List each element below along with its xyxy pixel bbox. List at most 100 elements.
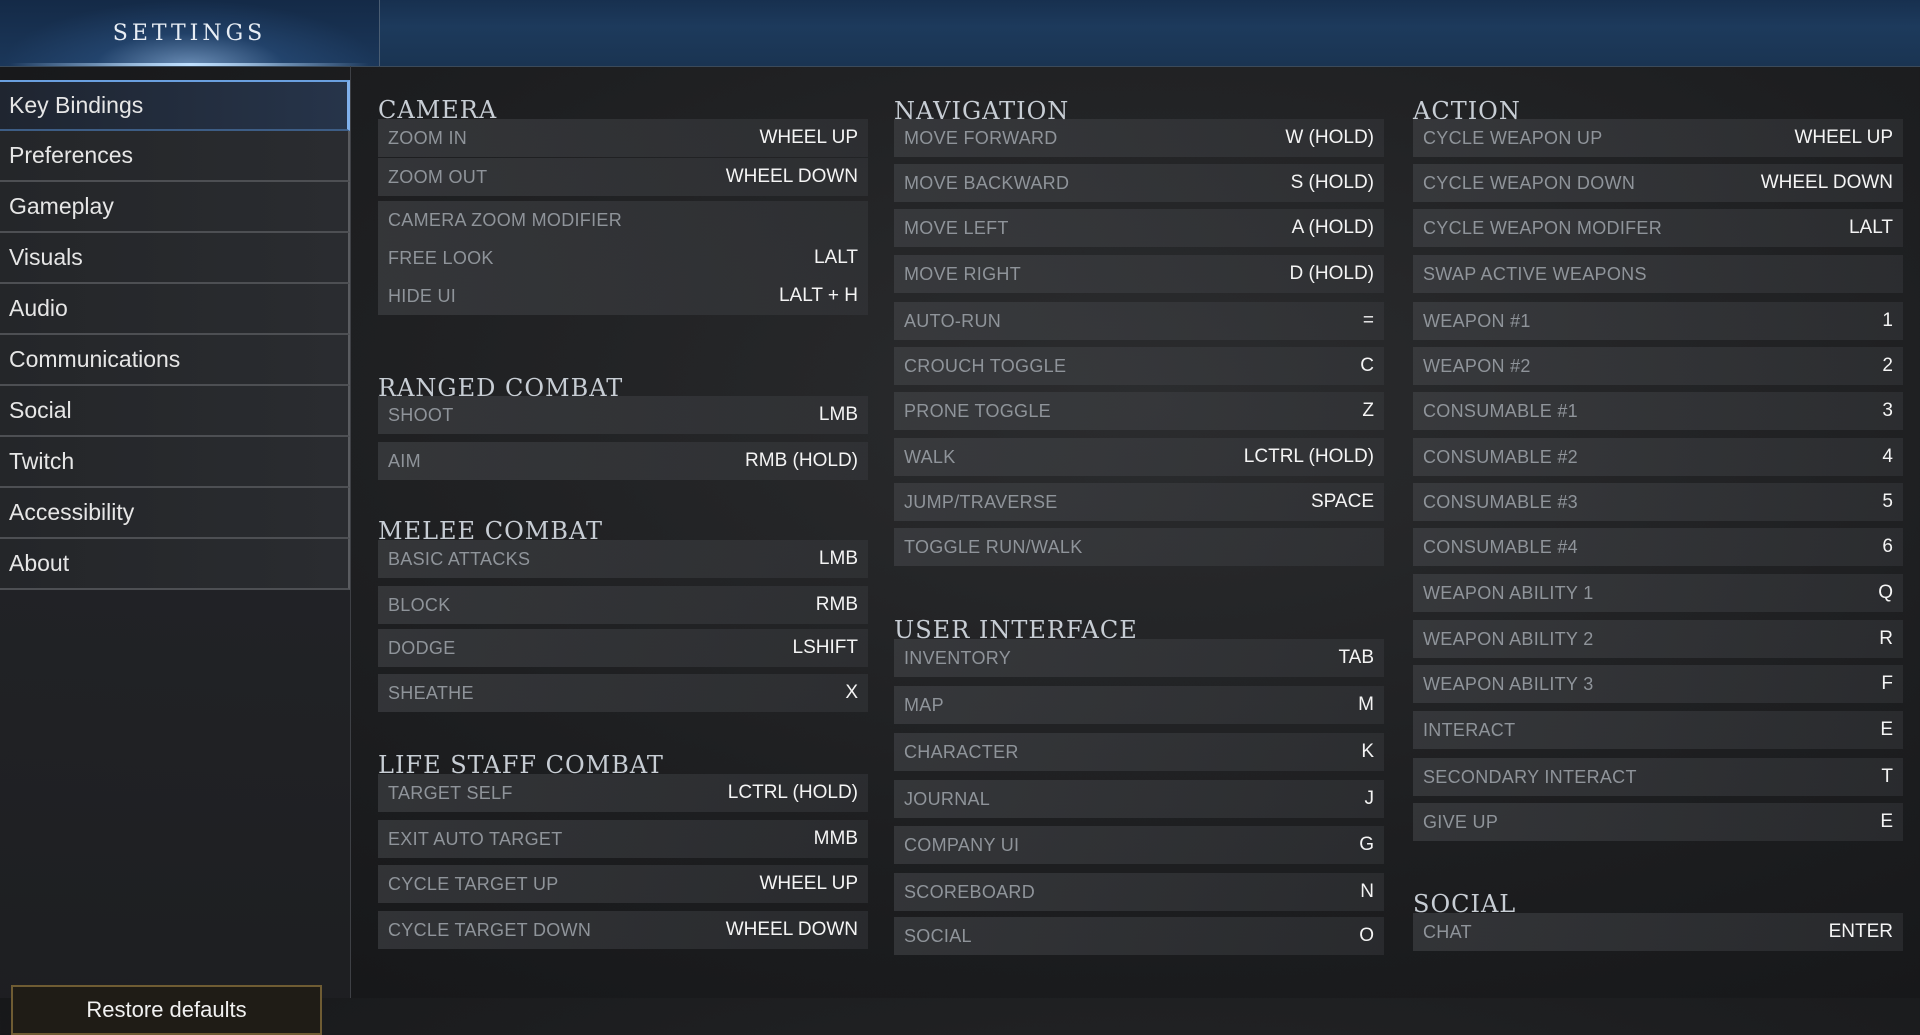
binding-row-dodge[interactable]: DODGE LSHIFT: [378, 629, 868, 667]
binding-row-sheathe[interactable]: SHEATHE X: [378, 674, 868, 712]
binding-row-weapon-ability-3[interactable]: WEAPON ABILITY 3 F: [1413, 665, 1903, 703]
binding-key-value[interactable]: 4: [1882, 446, 1893, 468]
binding-row-zoom-in[interactable]: ZOOM IN WHEEL UP: [378, 119, 868, 157]
binding-key-value[interactable]: LMB: [819, 404, 858, 426]
binding-row-walk[interactable]: WALK LCTRL (HOLD): [894, 438, 1384, 476]
binding-key-value[interactable]: RMB (HOLD): [745, 450, 858, 472]
binding-key-value[interactable]: A (HOLD): [1292, 217, 1374, 239]
binding-key-value[interactable]: SPACE: [1311, 491, 1374, 513]
binding-key-value[interactable]: S (HOLD): [1291, 172, 1374, 194]
binding-key-value[interactable]: E: [1880, 719, 1893, 741]
binding-row-basic-attacks[interactable]: BASIC ATTACKS LMB: [378, 540, 868, 578]
binding-row-consumable-1[interactable]: CONSUMABLE #1 3: [1413, 392, 1903, 430]
binding-row-consumable-2[interactable]: CONSUMABLE #2 4: [1413, 438, 1903, 476]
binding-row-scoreboard[interactable]: SCOREBOARD N: [894, 873, 1384, 911]
settings-tab[interactable]: SETTINGS: [0, 0, 380, 66]
binding-row-auto-run[interactable]: AUTO-RUN =: [894, 302, 1384, 340]
binding-row-exit-auto-target[interactable]: EXIT AUTO TARGET MMB: [378, 820, 868, 858]
binding-key-value[interactable]: C: [1360, 355, 1374, 377]
binding-row-shoot[interactable]: SHOOT LMB: [378, 396, 868, 434]
sidebar-item-social[interactable]: Social: [0, 386, 350, 437]
binding-key-value[interactable]: 5: [1882, 491, 1893, 513]
binding-row-chat[interactable]: CHAT ENTER: [1413, 913, 1903, 951]
binding-key-value[interactable]: T: [1881, 766, 1893, 788]
binding-row-prone-toggle[interactable]: PRONE TOGGLE Z: [894, 392, 1384, 430]
binding-key-value[interactable]: WHEEL DOWN: [726, 166, 858, 188]
binding-row-cycle-target-down[interactable]: CYCLE TARGET DOWN WHEEL DOWN: [378, 911, 868, 949]
binding-key-value[interactable]: WHEEL DOWN: [726, 919, 858, 941]
binding-row-move-backward[interactable]: MOVE BACKWARD S (HOLD): [894, 164, 1384, 202]
binding-key-value[interactable]: J: [1365, 788, 1375, 810]
binding-row-move-forward[interactable]: MOVE FORWARD W (HOLD): [894, 119, 1384, 157]
binding-key-value[interactable]: Z: [1362, 400, 1374, 422]
binding-key-value[interactable]: LALT + H: [779, 285, 858, 307]
binding-key-value[interactable]: O: [1359, 925, 1374, 947]
binding-row-weapon-ability-1[interactable]: WEAPON ABILITY 1 Q: [1413, 574, 1903, 612]
binding-row-inventory[interactable]: INVENTORY TAB: [894, 639, 1384, 677]
sidebar-item-accessibility[interactable]: Accessibility: [0, 488, 350, 539]
binding-row-character[interactable]: CHARACTER K: [894, 733, 1384, 771]
binding-row-move-left[interactable]: MOVE LEFT A (HOLD): [894, 209, 1384, 247]
binding-key-value[interactable]: R: [1879, 628, 1893, 650]
binding-key-value[interactable]: WHEEL UP: [1794, 127, 1893, 149]
binding-key-value[interactable]: 2: [1882, 355, 1893, 377]
binding-key-value[interactable]: 1: [1882, 310, 1893, 332]
sidebar-item-preferences[interactable]: Preferences: [0, 131, 350, 182]
binding-row-crouch-toggle[interactable]: CROUCH TOGGLE C: [894, 347, 1384, 385]
binding-row-cycle-weapon-up[interactable]: CYCLE WEAPON UP WHEEL UP: [1413, 119, 1903, 157]
binding-row-toggle-run-walk[interactable]: TOGGLE RUN/WALK: [894, 528, 1384, 566]
binding-key-value[interactable]: G: [1359, 834, 1374, 856]
restore-defaults-button[interactable]: Restore defaults: [11, 985, 322, 1035]
sidebar-item-twitch[interactable]: Twitch: [0, 437, 350, 488]
binding-key-value[interactable]: RMB: [816, 594, 858, 616]
binding-key-value[interactable]: LCTRL (HOLD): [728, 782, 858, 804]
binding-key-value[interactable]: 6: [1882, 536, 1893, 558]
binding-row-hide-ui[interactable]: HIDE UI LALT + H: [378, 277, 868, 315]
binding-row-swap-active-weapons[interactable]: SWAP ACTIVE WEAPONS: [1413, 255, 1903, 293]
binding-key-value[interactable]: 3: [1882, 400, 1893, 422]
binding-key-value[interactable]: Q: [1878, 582, 1893, 604]
binding-row-cycle-target-up[interactable]: CYCLE TARGET UP WHEEL UP: [378, 865, 868, 903]
binding-key-value[interactable]: N: [1360, 881, 1374, 903]
binding-key-value[interactable]: X: [845, 682, 858, 704]
binding-row-weapon-ability-2[interactable]: WEAPON ABILITY 2 R: [1413, 620, 1903, 658]
binding-row-aim[interactable]: AIM RMB (HOLD): [378, 442, 868, 480]
binding-key-value[interactable]: LCTRL (HOLD): [1244, 446, 1374, 468]
binding-key-value[interactable]: LSHIFT: [793, 637, 858, 659]
sidebar-item-visuals[interactable]: Visuals: [0, 233, 350, 284]
binding-row-cycle-weapon-modifer[interactable]: CYCLE WEAPON MODIFER LALT: [1413, 209, 1903, 247]
binding-row-consumable-3[interactable]: CONSUMABLE #3 5: [1413, 483, 1903, 521]
binding-key-value[interactable]: MMB: [814, 828, 858, 850]
binding-key-value[interactable]: LALT: [814, 247, 858, 269]
binding-row-consumable-4[interactable]: CONSUMABLE #4 6: [1413, 528, 1903, 566]
sidebar-item-audio[interactable]: Audio: [0, 284, 350, 335]
binding-row-camera-zoom-modifier[interactable]: CAMERA ZOOM MODIFIER: [378, 201, 868, 239]
binding-key-value[interactable]: WHEEL UP: [759, 873, 858, 895]
binding-row-map[interactable]: MAP M: [894, 686, 1384, 724]
binding-row-social[interactable]: SOCIAL O: [894, 917, 1384, 955]
binding-key-value[interactable]: M: [1358, 694, 1374, 716]
binding-row-give-up[interactable]: GIVE UP E: [1413, 803, 1903, 841]
binding-key-value[interactable]: E: [1880, 811, 1893, 833]
binding-row-interact[interactable]: INTERACT E: [1413, 711, 1903, 749]
binding-row-move-right[interactable]: MOVE RIGHT D (HOLD): [894, 255, 1384, 293]
binding-row-jump-traverse[interactable]: JUMP/TRAVERSE SPACE: [894, 483, 1384, 521]
binding-row-free-look[interactable]: FREE LOOK LALT: [378, 239, 868, 277]
binding-key-value[interactable]: LMB: [819, 548, 858, 570]
binding-row-cycle-weapon-down[interactable]: CYCLE WEAPON DOWN WHEEL DOWN: [1413, 164, 1903, 202]
binding-key-value[interactable]: =: [1363, 310, 1374, 332]
binding-row-journal[interactable]: JOURNAL J: [894, 780, 1384, 818]
binding-row-weapon-1[interactable]: WEAPON #1 1: [1413, 302, 1903, 340]
binding-row-zoom-out[interactable]: ZOOM OUT WHEEL DOWN: [378, 158, 868, 196]
sidebar-item-communications[interactable]: Communications: [0, 335, 350, 386]
binding-row-company-ui[interactable]: COMPANY UI G: [894, 826, 1384, 864]
binding-row-target-self[interactable]: TARGET SELF LCTRL (HOLD): [378, 774, 868, 812]
binding-key-value[interactable]: TAB: [1338, 647, 1374, 669]
binding-key-value[interactable]: W (HOLD): [1285, 127, 1374, 149]
binding-key-value[interactable]: F: [1881, 673, 1893, 695]
binding-row-weapon-2[interactable]: WEAPON #2 2: [1413, 347, 1903, 385]
sidebar-item-key-bindings[interactable]: Key Bindings: [0, 80, 350, 131]
sidebar-item-about[interactable]: About: [0, 539, 350, 590]
binding-key-value[interactable]: WHEEL UP: [759, 127, 858, 149]
sidebar-item-gameplay[interactable]: Gameplay: [0, 182, 350, 233]
